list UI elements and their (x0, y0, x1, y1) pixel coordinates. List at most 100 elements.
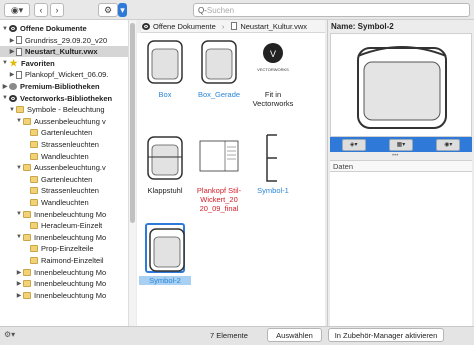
disclosure-open-icon[interactable]: ▼ (16, 234, 22, 240)
folder-icon (23, 210, 31, 218)
breadcrumb-root[interactable]: Offene Dokumente (153, 22, 216, 31)
forward-button[interactable]: › (50, 3, 64, 17)
resource-label: Plankopf Stil-Wickert_20 20_09_final (196, 186, 242, 213)
resource-item[interactable]: Box_Gerade (193, 37, 245, 99)
folder-icon (30, 129, 38, 137)
folder-icon (30, 152, 38, 160)
resource-label: Symbol-2 (139, 276, 191, 285)
tree-item[interactable]: ▼ Aussenbeleuchtung v (0, 116, 135, 127)
camera-icon: ◉▾ (444, 142, 453, 148)
tree-item-label: Innenbeleuchtung Mo (34, 267, 107, 277)
disclosure-open-icon[interactable]: ▼ (9, 107, 15, 113)
library-tree: ▼ Offene Dokumente ▶ Grundriss_29.09.20_v20… (0, 20, 136, 326)
disclosure-closed-icon[interactable]: ▶ (16, 269, 22, 276)
disclosure-closed-icon[interactable]: ▶ (16, 280, 22, 287)
folder-icon (23, 164, 31, 172)
gear-icon: ⚙ (103, 4, 113, 15)
star-icon: ★ (9, 57, 18, 68)
scroll-thumb[interactable] (130, 23, 135, 223)
title-block-icon (199, 133, 239, 183)
tree-item-label: Innenbeleuchtung Mo (34, 279, 107, 289)
chair-icon (199, 37, 239, 87)
tree-item[interactable]: ▶ Plankopf_Wickert_06.09. (0, 69, 135, 80)
folder-icon (30, 187, 38, 195)
search-icon: Q- (198, 5, 207, 15)
resource-item[interactable]: Klappstuhl (139, 133, 191, 195)
tree-item[interactable]: Gartenleuchten (0, 127, 135, 138)
tree-item[interactable]: ▼ Innenbeleuchtung Mo (0, 209, 135, 220)
folder-icon (23, 280, 31, 288)
view-angle-button[interactable]: ◉▾ (436, 138, 461, 151)
tree-scrollbar[interactable] (128, 20, 136, 326)
disclosure-open-icon[interactable]: ▼ (16, 118, 22, 124)
resource-item[interactable]: V VECTORWORKS Fit in Vectorworks (247, 37, 299, 108)
breadcrumb-current[interactable]: Neustart_Kultur.vwx (240, 22, 307, 31)
vectorworks-icon (9, 25, 17, 32)
tree-item[interactable]: ▼ ★ Favoriten (0, 58, 128, 69)
folder-icon (30, 141, 38, 148)
settings-dropdown[interactable]: ▾ (118, 3, 127, 17)
tree-item[interactable]: ▶ Innenbeleuchtung Mo (0, 267, 135, 278)
tree-item[interactable]: ▼ Aussenbeleuchtung.v (0, 162, 135, 173)
view-toolbar: ◈▾ ▦▾ ◉▾ (330, 137, 472, 152)
disclosure-closed-icon[interactable]: ▶ (9, 48, 15, 55)
chevron-down-icon: ▾ (120, 4, 125, 15)
tree-item[interactable]: Heracleum-Einzelt (0, 220, 135, 231)
home-button[interactable]: ◉▾ (4, 3, 30, 17)
tree-item[interactable]: ▶ Neustart_Kultur.vwx (0, 46, 135, 58)
tree-item[interactable]: ▼ Vectorworks-Bibliotheken (0, 93, 128, 104)
tree-item-label: Heracleum-Einzelt (41, 221, 103, 231)
resize-handle[interactable]: ••• (392, 153, 398, 159)
resource-item[interactable]: Plankopf Stil-Wickert_20 20_09_final (193, 133, 245, 213)
tree-item-label: Aussenbeleuchtung v (34, 116, 106, 126)
tree-item[interactable]: Raimond-Einzelteil (0, 255, 135, 266)
tree-item-label: Plankopf_Wickert_06.09. (25, 70, 109, 80)
disclosure-closed-icon[interactable]: ▶ (9, 71, 15, 78)
cube-icon: ◈▾ (349, 142, 358, 148)
tree-item[interactable]: Prop-Einzelteile (0, 243, 135, 254)
tree-item[interactable]: ▶ Premium-Bibliotheken (0, 81, 128, 92)
tree-item[interactable]: ▶ Grundriss_29.09.20_v20 (0, 35, 135, 46)
item-count: 7 Elemente (210, 331, 248, 340)
activate-button[interactable]: In Zubehör-Manager aktivieren (328, 328, 444, 342)
tree-item-label: Grundriss_29.09.20_v20 (25, 35, 108, 45)
resource-item[interactable]: Symbol-1 (247, 133, 299, 195)
gear-icon[interactable]: ⚙▾ (4, 330, 15, 339)
resource-item[interactable]: Symbol-2 (139, 223, 191, 285)
tree-item[interactable]: ▶ Innenbeleuchtung Mo (0, 278, 135, 289)
render-mode-button[interactable]: ▦▾ (388, 138, 413, 151)
tree-item[interactable]: ▼ Offene Dokumente (0, 23, 128, 34)
tree-item[interactable]: Wandleuchten (0, 151, 135, 162)
view-3d-button[interactable]: ◈▾ (341, 138, 366, 151)
disclosure-open-icon[interactable]: ▼ (2, 60, 8, 66)
select-button[interactable]: Auswählen (267, 328, 322, 342)
settings-button[interactable]: ⚙ (98, 3, 118, 17)
disclosure-closed-icon[interactable]: ▶ (9, 37, 15, 44)
tree-item-label: Strassenleuchten (41, 140, 99, 149)
tree-item[interactable]: Strassenleuchten (0, 185, 135, 196)
disclosure-closed-icon[interactable]: ▶ (16, 292, 22, 299)
tree-item[interactable]: Gartenleuchten (0, 174, 135, 185)
vectorworks-logo-icon: V VECTORWORKS (253, 37, 293, 87)
tree-item[interactable]: ▼ Innenbeleuchtung Mo (0, 232, 135, 243)
tree-item[interactable]: Wandleuchten (0, 197, 135, 208)
tree-item[interactable]: ▼ Symbole - Beleuchtung (0, 104, 135, 115)
chevron-right-icon: › (221, 21, 225, 31)
search-input[interactable]: Q- Suchen (193, 3, 470, 17)
disclosure-closed-icon[interactable]: ▶ (2, 83, 8, 90)
folder-icon (23, 268, 31, 276)
resource-name: Name: Symbol-2 (331, 22, 394, 31)
back-button[interactable]: ‹ (34, 3, 48, 17)
tree-item[interactable]: ▶ Innenbeleuchtung Mo (0, 290, 135, 301)
disclosure-open-icon[interactable]: ▼ (2, 26, 8, 32)
resource-item[interactable]: Box (139, 37, 191, 99)
resource-label: Symbol-1 (257, 186, 289, 195)
tree-item-label: Raimond-Einzelteil (41, 256, 104, 265)
data-table (330, 172, 472, 326)
tree-item[interactable]: Strassenleuchten (0, 139, 135, 150)
disclosure-open-icon[interactable]: ▼ (16, 165, 22, 171)
disclosure-open-icon[interactable]: ▼ (2, 95, 8, 101)
chair-preview-icon (357, 46, 447, 129)
disclosure-open-icon[interactable]: ▼ (16, 211, 22, 217)
vectorworks-icon: ◉▾ (10, 4, 24, 15)
